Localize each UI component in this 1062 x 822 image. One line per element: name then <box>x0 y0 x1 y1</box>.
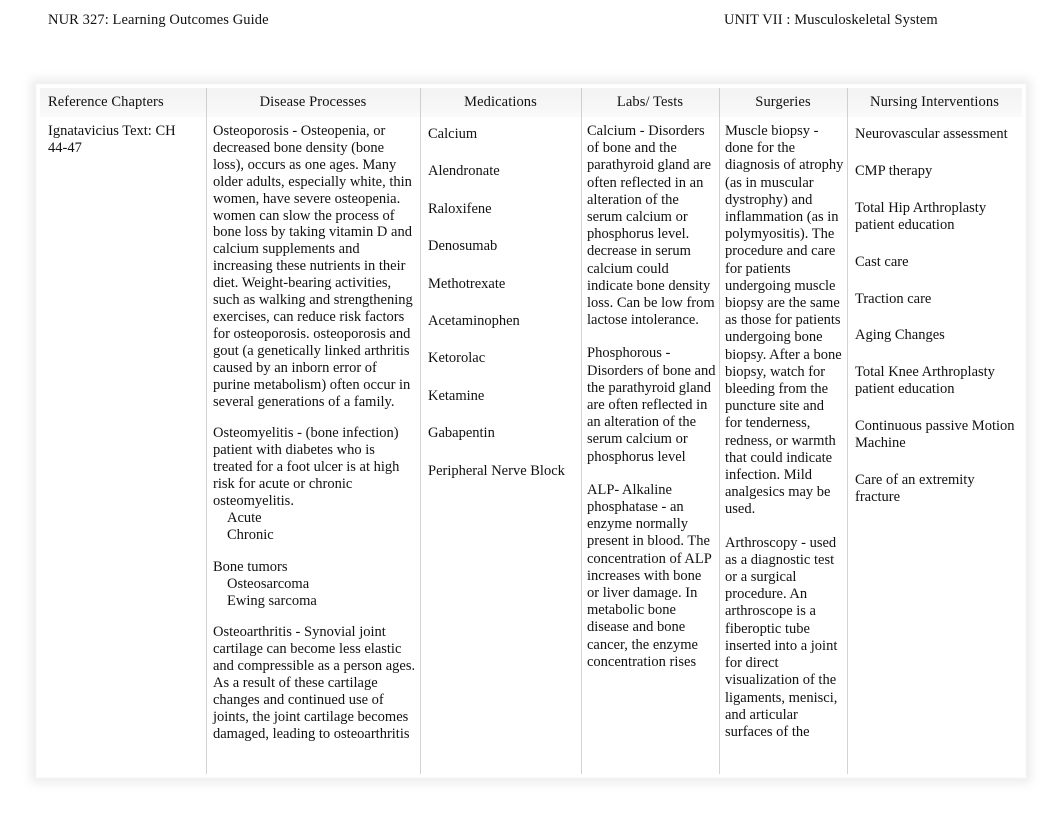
list-item: Total Hip Arthroplasty patient education <box>855 199 987 233</box>
course-title: NUR 327: Learning Outcomes Guide <box>48 11 269 28</box>
list-item: Ketorolac <box>428 350 486 367</box>
column-header-nursing-interventions: Nursing Interventions <box>847 88 1022 117</box>
list-item: Calcium <box>428 126 478 142</box>
list-item: Raloxifene <box>428 200 492 217</box>
list-item: Denosumab <box>428 238 498 255</box>
page-header: NUR 327: Learning Outcomes Guide UNIT VI… <box>48 8 1014 32</box>
disease-osteoarthritis: Osteoarthritis - Synovial joint cartilag… <box>213 624 416 742</box>
lab-alp: ALP- Alkaline phosphatase - an enzyme no… <box>587 481 712 670</box>
list-item: Peripheral Nerve Block <box>428 462 565 479</box>
list-item: Cast care <box>855 253 909 270</box>
list-item: Alendronate <box>428 163 500 180</box>
disease-osteoporosis: Osteoporosis - Osteopenia, or decreased … <box>213 123 413 410</box>
list-item: Care of an extremity fracture <box>855 471 975 505</box>
column-body-surgeries: Muscle biopsy - done for the diagnosis o… <box>719 117 847 741</box>
column-surgeries: Surgeries Muscle biopsy - done for the d… <box>719 88 847 774</box>
list-item: CMP therapy <box>855 162 933 179</box>
disease-bone-tumors: Bone tumors <box>213 558 288 575</box>
unit-title: UNIT VII : Musculoskeletal System <box>724 11 938 28</box>
column-reference-chapters: Reference Chapters Ignatavicius Text: CH… <box>40 88 206 774</box>
column-labs-tests: Labs/ Tests Calcium - Disorders of bone … <box>581 88 719 774</box>
disease-osteomyelitis-sub-acute: Acute <box>227 509 262 526</box>
column-nursing-interventions: Nursing Interventions Neurovascular asse… <box>847 88 1022 774</box>
surgery-arthroscopy: Arthroscopy - used as a diagnostic test … <box>725 534 838 740</box>
column-header-surgeries: Surgeries <box>719 88 847 117</box>
list-item: Ketamine <box>428 387 485 404</box>
list-item: Methotrexate <box>428 275 506 292</box>
column-disease-processes: Disease Processes Osteoporosis - Osteope… <box>206 88 420 774</box>
column-header-labs-tests: Labs/ Tests <box>581 88 719 117</box>
reference-chapters-text: Ignatavicius Text: CH 44-47 <box>48 123 176 156</box>
list-item: Total Knee Arthroplasty patient educatio… <box>855 364 995 398</box>
column-medications: Medications Calcium Alendronate Raloxife… <box>420 88 581 774</box>
disease-bone-tumors-sub-ewing: Ewing sarcoma <box>227 592 317 609</box>
column-body-medications: Calcium Alendronate Raloxifene Denosumab… <box>420 117 581 480</box>
table-grid: Reference Chapters Ignatavicius Text: CH… <box>40 88 1022 774</box>
column-body-nursing-interventions: Neurovascular assessment CMP therapy Tot… <box>847 117 1022 506</box>
lab-calcium: Calcium - Disorders of bone and the para… <box>587 123 715 329</box>
disease-bone-tumors-sub-osteosarcoma: Osteosarcoma <box>227 575 310 592</box>
disease-osteomyelitis: Osteomyelitis - (bone infection) patient… <box>213 425 400 510</box>
list-item: Continuous passive Motion Machine <box>855 418 1015 452</box>
learning-outcomes-table: Reference Chapters Ignatavicius Text: CH… <box>40 88 1022 774</box>
list-item: Neurovascular assessment <box>855 126 1008 142</box>
list-item: Aging Changes <box>855 327 945 344</box>
column-header-medications: Medications <box>420 88 581 117</box>
disease-osteomyelitis-sub-chronic: Chronic <box>227 526 274 543</box>
list-item: Traction care <box>855 290 932 307</box>
column-body-reference-chapters: Ignatavicius Text: CH 44-47 <box>40 117 206 157</box>
column-body-disease-processes: Osteoporosis - Osteopenia, or decreased … <box>206 117 420 743</box>
list-item: Acetaminophen <box>428 313 520 330</box>
surgery-muscle-biopsy: Muscle biopsy - done for the diagnosis o… <box>725 123 844 518</box>
column-header-disease-processes: Disease Processes <box>206 88 420 117</box>
list-item: Gabapentin <box>428 425 495 442</box>
lab-phosphorous: Phosphorous - Disorders of bone and the … <box>587 345 716 465</box>
column-header-reference-chapters: Reference Chapters <box>40 88 206 117</box>
column-body-labs-tests: Calcium - Disorders of bone and the para… <box>581 117 719 671</box>
